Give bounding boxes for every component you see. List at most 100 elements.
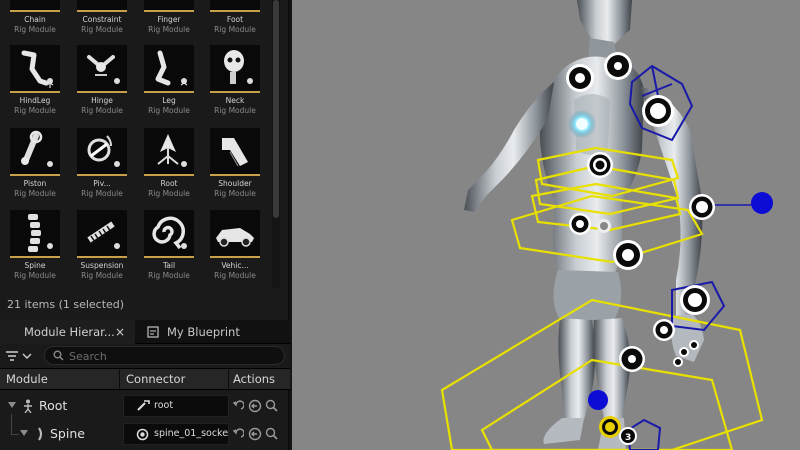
viewport-scene[interactable]: 3 — [292, 0, 800, 450]
tile-spine[interactable]: Spine Rig Module — [10, 210, 60, 281]
control-count-badge: 3 — [625, 433, 631, 443]
tile-hindleg[interactable]: HindLeg Rig Module — [10, 45, 60, 116]
tile-name: Spine — [24, 261, 46, 270]
tile-type: Rig Module — [81, 271, 123, 280]
items-count: 21 items (1 selected) — [7, 298, 125, 311]
tile-finger[interactable]: Finger Rig Module — [144, 0, 194, 35]
navigate-icon[interactable] — [248, 427, 262, 441]
tile-leg[interactable]: Leg Rig Module — [144, 45, 194, 116]
hierarchy-row-spine[interactable]: Spine spine_01_socket — [0, 414, 290, 448]
tile-name: Piston — [23, 179, 47, 188]
tab-module-hierarchy[interactable]: Module Hierar... × — [0, 320, 135, 344]
tile-vehicle[interactable]: Vehic... Rig Module — [210, 210, 260, 281]
blueprint-icon — [147, 326, 159, 338]
tile-type: Rig Module — [148, 25, 190, 34]
tile-piston[interactable]: Piston Rig Module — [10, 128, 60, 199]
filter-icon[interactable] — [4, 349, 34, 363]
column-divider[interactable] — [119, 369, 120, 391]
tile-type: Rig Module — [14, 25, 56, 34]
tile-name: Chain — [24, 15, 46, 24]
viewport-background — [292, 0, 800, 450]
hindleg-icon — [10, 45, 60, 93]
tile-name: Hinge — [91, 96, 113, 105]
tile-type: Rig Module — [81, 189, 123, 198]
tile-neck[interactable]: Neck Rig Module — [210, 45, 260, 116]
hierarchy-row-root[interactable]: Root root — [0, 392, 290, 420]
tile-type: Rig Module — [14, 106, 56, 115]
neck-icon — [210, 45, 260, 93]
connector-field[interactable]: root — [123, 395, 229, 417]
tile-hinge[interactable]: Hinge Rig Module — [77, 45, 127, 116]
root-module-icon — [24, 399, 32, 413]
tile-name: Tail — [162, 261, 176, 270]
expand-arrow-icon[interactable] — [8, 402, 16, 408]
tile-name: Shoulder — [218, 179, 252, 188]
tab-label: Module Hierar... — [24, 325, 115, 339]
tile-type: Rig Module — [214, 271, 256, 280]
column-header-connector[interactable]: Connector — [126, 369, 185, 390]
tile-constraint[interactable]: Constraint Rig Module — [77, 0, 127, 35]
connector-wrench-icon — [137, 400, 150, 411]
3d-viewport[interactable]: 3 — [292, 0, 800, 450]
content-browser-grid: Chain Rig Module Constraint Rig Module F… — [0, 0, 270, 288]
tile-name: Neck — [225, 96, 245, 105]
tile-name: HindLeg — [19, 96, 51, 105]
module-name: Root — [39, 398, 68, 413]
navigate-icon[interactable] — [248, 399, 262, 413]
search-input[interactable] — [69, 348, 269, 364]
finger-icon — [144, 0, 194, 12]
tile-pivot[interactable]: Piv... Rig Module — [77, 128, 127, 199]
tile-name: Leg — [162, 96, 176, 105]
tile-name: Foot — [226, 15, 244, 24]
column-divider[interactable] — [228, 369, 229, 391]
vehicle-icon — [210, 210, 260, 258]
tab-my-blueprint[interactable]: My Blueprint — [143, 320, 240, 344]
expand-arrow-icon[interactable] — [20, 430, 28, 436]
undo-icon[interactable] — [232, 399, 244, 413]
suspension-icon — [77, 210, 127, 258]
tile-type: Rig Module — [214, 189, 256, 198]
module-name: Spine — [50, 426, 85, 441]
arm-pole-control[interactable] — [751, 192, 773, 214]
tile-type: Rig Module — [14, 271, 56, 280]
tile-name: Piv... — [93, 179, 111, 188]
piston-icon — [10, 128, 60, 176]
tile-type: Rig Module — [214, 106, 256, 115]
hierarchy-column-headers: Module Connector Actions — [0, 368, 290, 391]
socket-icon — [136, 428, 149, 441]
tile-shoulder[interactable]: Shoulder Rig Module — [210, 128, 260, 199]
root-icon — [144, 128, 194, 176]
tile-type: Rig Module — [81, 106, 123, 115]
column-header-module[interactable]: Module — [6, 369, 48, 390]
rig-module-panel: Chain Rig Module Constraint Rig Module F… — [0, 0, 290, 450]
column-header-actions[interactable]: Actions — [233, 369, 275, 390]
pivot-icon — [77, 128, 127, 176]
connector-value: root — [154, 400, 174, 411]
tile-chain[interactable]: Chain Rig Module — [10, 0, 60, 35]
find-icon[interactable] — [265, 399, 278, 413]
tile-type: Rig Module — [14, 189, 56, 198]
leg-icon — [144, 45, 194, 93]
search-icon — [53, 350, 64, 361]
content-scrollbar-thumb[interactable] — [273, 0, 279, 218]
constraint-icon — [77, 0, 127, 12]
tile-suspension[interactable]: Suspension Rig Module — [77, 210, 127, 281]
tree-connector-line — [11, 414, 12, 434]
panel-tab-bar: Module Hierar... × My Blueprint — [0, 320, 290, 344]
spine-module-icon — [38, 427, 42, 441]
tail-icon — [144, 210, 194, 258]
tile-tail[interactable]: Tail Rig Module — [144, 210, 194, 281]
connector-field[interactable]: spine_01_socket — [123, 423, 229, 445]
find-icon[interactable] — [265, 427, 278, 441]
tile-foot[interactable]: Foot Rig Module — [210, 0, 260, 35]
tile-root[interactable]: Root Rig Module — [144, 128, 194, 199]
search-box[interactable] — [44, 346, 285, 365]
undo-icon[interactable] — [232, 427, 244, 441]
hierarchy-toolbar — [0, 344, 290, 368]
tile-name: Root — [160, 179, 178, 188]
tab-label: My Blueprint — [167, 325, 240, 339]
tile-name: Constraint — [82, 15, 122, 24]
tile-type: Rig Module — [148, 271, 190, 280]
close-icon[interactable]: × — [115, 320, 125, 344]
leg-pole-control[interactable] — [588, 390, 608, 410]
